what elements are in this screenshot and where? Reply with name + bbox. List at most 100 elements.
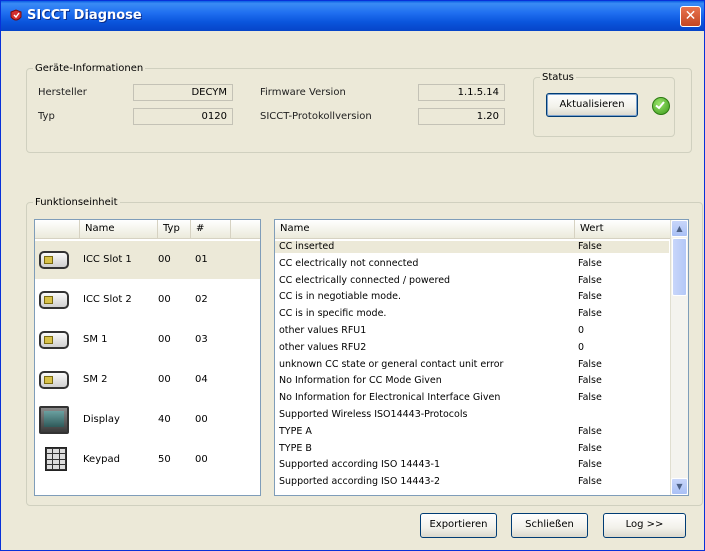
- property-value: False: [578, 476, 602, 488]
- unit-row[interactable]: ICC Slot 1 00 01: [35, 241, 260, 279]
- unit-row[interactable]: Keypad 50 00: [35, 441, 260, 479]
- card-reader-icon: [39, 291, 69, 309]
- scroll-up-icon: ▲: [676, 224, 683, 233]
- manufacturer-label: Hersteller: [38, 87, 87, 98]
- property-row[interactable]: other values RFU1 0: [275, 325, 669, 337]
- property-row[interactable]: CC inserted False: [275, 241, 669, 253]
- type-value: 0120: [133, 108, 233, 125]
- scroll-up-button[interactable]: ▲: [671, 220, 688, 237]
- properties-list-header: Name Wert: [275, 220, 671, 239]
- property-value: False: [578, 257, 602, 269]
- unit-name: SM 1: [83, 334, 108, 345]
- units-header-number[interactable]: #: [191, 220, 231, 238]
- unit-type: 40: [158, 414, 171, 425]
- property-name: CC electrically connected / powered: [279, 274, 451, 286]
- sicct-diagnose-window: SICCT Diagnose ✕ Geräte-Informationen He…: [0, 0, 705, 551]
- property-name: CC inserted: [279, 241, 335, 252]
- unit-type: 00: [158, 334, 171, 345]
- properties-scrollbar[interactable]: ▲ ▼: [670, 220, 688, 495]
- property-name: TYPE A: [279, 425, 312, 437]
- property-name: Supported according ISO 14443-2: [279, 476, 441, 488]
- scroll-down-icon: ▼: [676, 482, 683, 491]
- property-value: 0: [578, 341, 585, 353]
- property-row[interactable]: TYPE A False: [275, 426, 669, 438]
- unit-number: 02: [195, 294, 208, 305]
- close-button[interactable]: Schließen: [511, 513, 588, 538]
- manufacturer-value: DECYM: [133, 84, 233, 101]
- unit-name: ICC Slot 1: [83, 254, 132, 265]
- protocol-version-value: 1.20: [418, 108, 505, 125]
- property-value: False: [578, 392, 602, 404]
- property-name: Supported according ISO 14443-1: [279, 459, 441, 471]
- status-legend: Status: [542, 72, 574, 83]
- unit-name: ICC Slot 2: [83, 294, 132, 305]
- unit-number: 04: [195, 374, 208, 385]
- unit-row[interactable]: SM 2 00 04: [35, 361, 260, 399]
- title-bar[interactable]: SICCT Diagnose ✕: [1, 1, 704, 31]
- app-icon: [10, 9, 22, 21]
- property-row[interactable]: unknown CC state or general contact unit…: [275, 359, 669, 371]
- close-icon: ✕: [684, 8, 697, 24]
- property-row[interactable]: Supported according ISO 14443-1 False: [275, 459, 669, 471]
- function-unit-legend: Funktionseinheit: [35, 197, 118, 208]
- firmware-value: 1.1.5.14: [418, 84, 505, 101]
- green-check-icon: [652, 97, 670, 115]
- property-value: False: [578, 425, 602, 437]
- scroll-thumb[interactable]: [672, 238, 687, 296]
- export-button[interactable]: Exportieren: [420, 513, 497, 538]
- unit-number: 00: [195, 454, 208, 465]
- property-value: False: [578, 442, 602, 454]
- unit-name: Keypad: [83, 454, 120, 465]
- property-row[interactable]: CC electrically not connected False: [275, 258, 669, 270]
- property-row[interactable]: other values RFU2 0: [275, 342, 669, 354]
- units-list[interactable]: Name Typ # ICC Slot 1 00 01 ICC Slot 2 00 02 S…: [34, 219, 261, 496]
- property-name: CC electrically not connected: [279, 257, 419, 269]
- unit-number: 03: [195, 334, 208, 345]
- property-value: False: [578, 291, 602, 303]
- units-header-type[interactable]: Typ: [158, 220, 191, 238]
- property-name: No Information for Electronical Interfac…: [279, 392, 501, 404]
- properties-header-name[interactable]: Name: [275, 220, 575, 238]
- units-list-header: Name Typ #: [35, 220, 260, 239]
- unit-type: 50: [158, 454, 171, 465]
- device-info-legend: Geräte-Informationen: [35, 63, 144, 74]
- properties-list[interactable]: Name Wert CC inserted False CC electricall…: [274, 219, 689, 496]
- properties-header-value[interactable]: Wert: [575, 220, 671, 238]
- property-row[interactable]: TYPE B False: [275, 443, 669, 455]
- property-name: CC is in specific mode.: [279, 308, 387, 320]
- property-row[interactable]: Supported according ISO 14443-2 False: [275, 476, 669, 488]
- property-value: False: [578, 358, 602, 370]
- property-value: False: [578, 375, 602, 387]
- property-name: other values RFU2: [279, 341, 367, 353]
- property-name: TYPE B: [279, 442, 312, 454]
- property-row[interactable]: CC is in negotiable mode. False: [275, 291, 669, 303]
- property-row[interactable]: CC electrically connected / powered False: [275, 275, 669, 287]
- firmware-label: Firmware Version: [260, 87, 346, 98]
- property-value: False: [578, 274, 602, 286]
- property-row[interactable]: No Information for CC Mode Given False: [275, 375, 669, 387]
- units-header-name[interactable]: Name: [80, 220, 158, 238]
- unit-number: 01: [195, 254, 208, 265]
- close-window-button[interactable]: ✕: [680, 6, 701, 27]
- property-name: CC is in negotiable mode.: [279, 291, 401, 303]
- unit-row[interactable]: Display 40 00: [35, 401, 260, 439]
- property-value: False: [578, 308, 602, 320]
- scroll-down-button[interactable]: ▼: [671, 478, 688, 495]
- property-row[interactable]: No Information for Electronical Interfac…: [275, 392, 669, 404]
- property-row[interactable]: Supported Wireless ISO14443-Protocols: [275, 409, 669, 421]
- unit-type: 00: [158, 294, 171, 305]
- property-name: other values RFU1: [279, 325, 367, 336]
- property-name: unknown CC state or general contact unit…: [279, 358, 504, 370]
- unit-row[interactable]: ICC Slot 2 00 02: [35, 281, 260, 319]
- log-button[interactable]: Log >>: [603, 513, 686, 538]
- refresh-button[interactable]: Aktualisieren: [546, 93, 638, 117]
- unit-row[interactable]: SM 1 00 03: [35, 321, 260, 359]
- unit-number: 00: [195, 414, 208, 425]
- property-row[interactable]: CC is in specific mode. False: [275, 308, 669, 320]
- unit-type: 00: [158, 254, 171, 265]
- card-reader-icon: [39, 371, 69, 389]
- window-title: SICCT Diagnose: [27, 8, 142, 23]
- keypad-icon: [45, 447, 67, 471]
- unit-name: SM 2: [83, 374, 108, 385]
- display-icon: [39, 406, 69, 434]
